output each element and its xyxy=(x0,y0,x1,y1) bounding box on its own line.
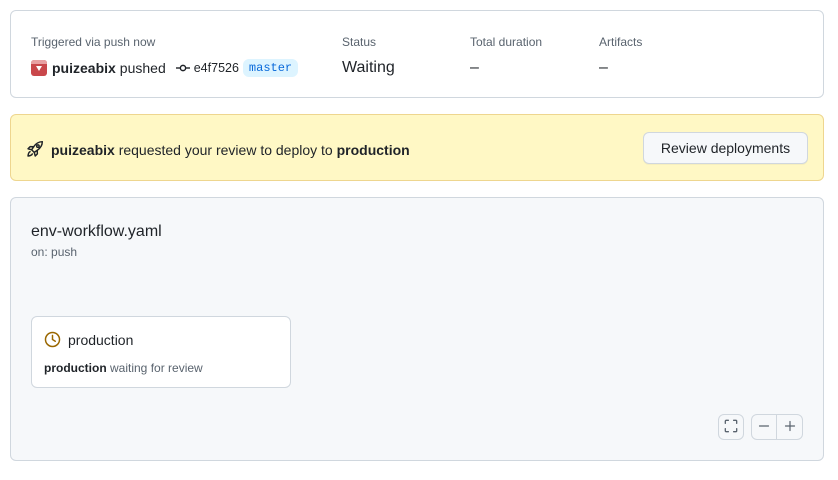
job-card-production[interactable]: production production waiting for review xyxy=(31,316,291,388)
job-name[interactable]: production xyxy=(68,332,133,348)
status-column: Status Waiting xyxy=(342,34,395,78)
review-request-banner: puizeabix requested your review to deplo… xyxy=(10,114,824,181)
artifacts-label: Artifacts xyxy=(599,35,643,49)
run-summary-card: Triggered via push now puizeabix pushed … xyxy=(10,10,824,98)
review-request-text: requested your review to deploy to xyxy=(118,142,333,158)
review-request-message: puizeabix requested your review to deplo… xyxy=(51,141,410,159)
actor-link[interactable]: puizeabix xyxy=(52,60,116,76)
rocket-icon xyxy=(26,140,44,158)
branch-badge[interactable]: master xyxy=(242,59,299,77)
fullscreen-icon xyxy=(724,419,738,436)
trigger-label: Triggered via push now xyxy=(31,35,156,49)
requester-link[interactable]: puizeabix xyxy=(51,142,115,158)
avatar[interactable] xyxy=(31,60,47,76)
status-value: Waiting xyxy=(342,59,395,76)
clock-icon xyxy=(44,331,61,348)
commit-sha-link[interactable]: e4f7526 xyxy=(194,61,239,75)
artifacts-column: Artifacts – xyxy=(599,34,642,78)
job-status: production waiting for review xyxy=(44,361,203,375)
zoom-out-button[interactable] xyxy=(752,415,777,439)
status-label: Status xyxy=(342,35,377,49)
duration-column: Total duration – xyxy=(470,34,542,78)
duration-value: – xyxy=(470,59,479,76)
git-commit-icon xyxy=(175,61,190,75)
fullscreen-button[interactable] xyxy=(718,414,744,440)
job-status-text: waiting for review xyxy=(110,361,203,375)
trigger-column: Triggered via push now puizeabix pushed … xyxy=(31,34,299,78)
plus-icon xyxy=(784,420,796,435)
workflow-graph-panel: env-workflow.yaml on: push production pr… xyxy=(10,197,824,461)
zoom-controls xyxy=(751,414,803,440)
action-text: pushed xyxy=(119,60,166,76)
workflow-file-name: env-workflow.yaml xyxy=(31,223,162,240)
target-environment: production xyxy=(336,142,410,158)
artifacts-value: – xyxy=(599,59,608,76)
minus-icon xyxy=(758,420,770,435)
review-deployments-button[interactable]: Review deployments xyxy=(643,132,808,164)
workflow-trigger: on: push xyxy=(31,245,78,259)
duration-label: Total duration xyxy=(470,35,543,49)
job-environment: production xyxy=(44,361,107,375)
zoom-in-button[interactable] xyxy=(777,415,802,439)
trigger-details: puizeabix pushed e4f7526 master xyxy=(31,58,299,78)
